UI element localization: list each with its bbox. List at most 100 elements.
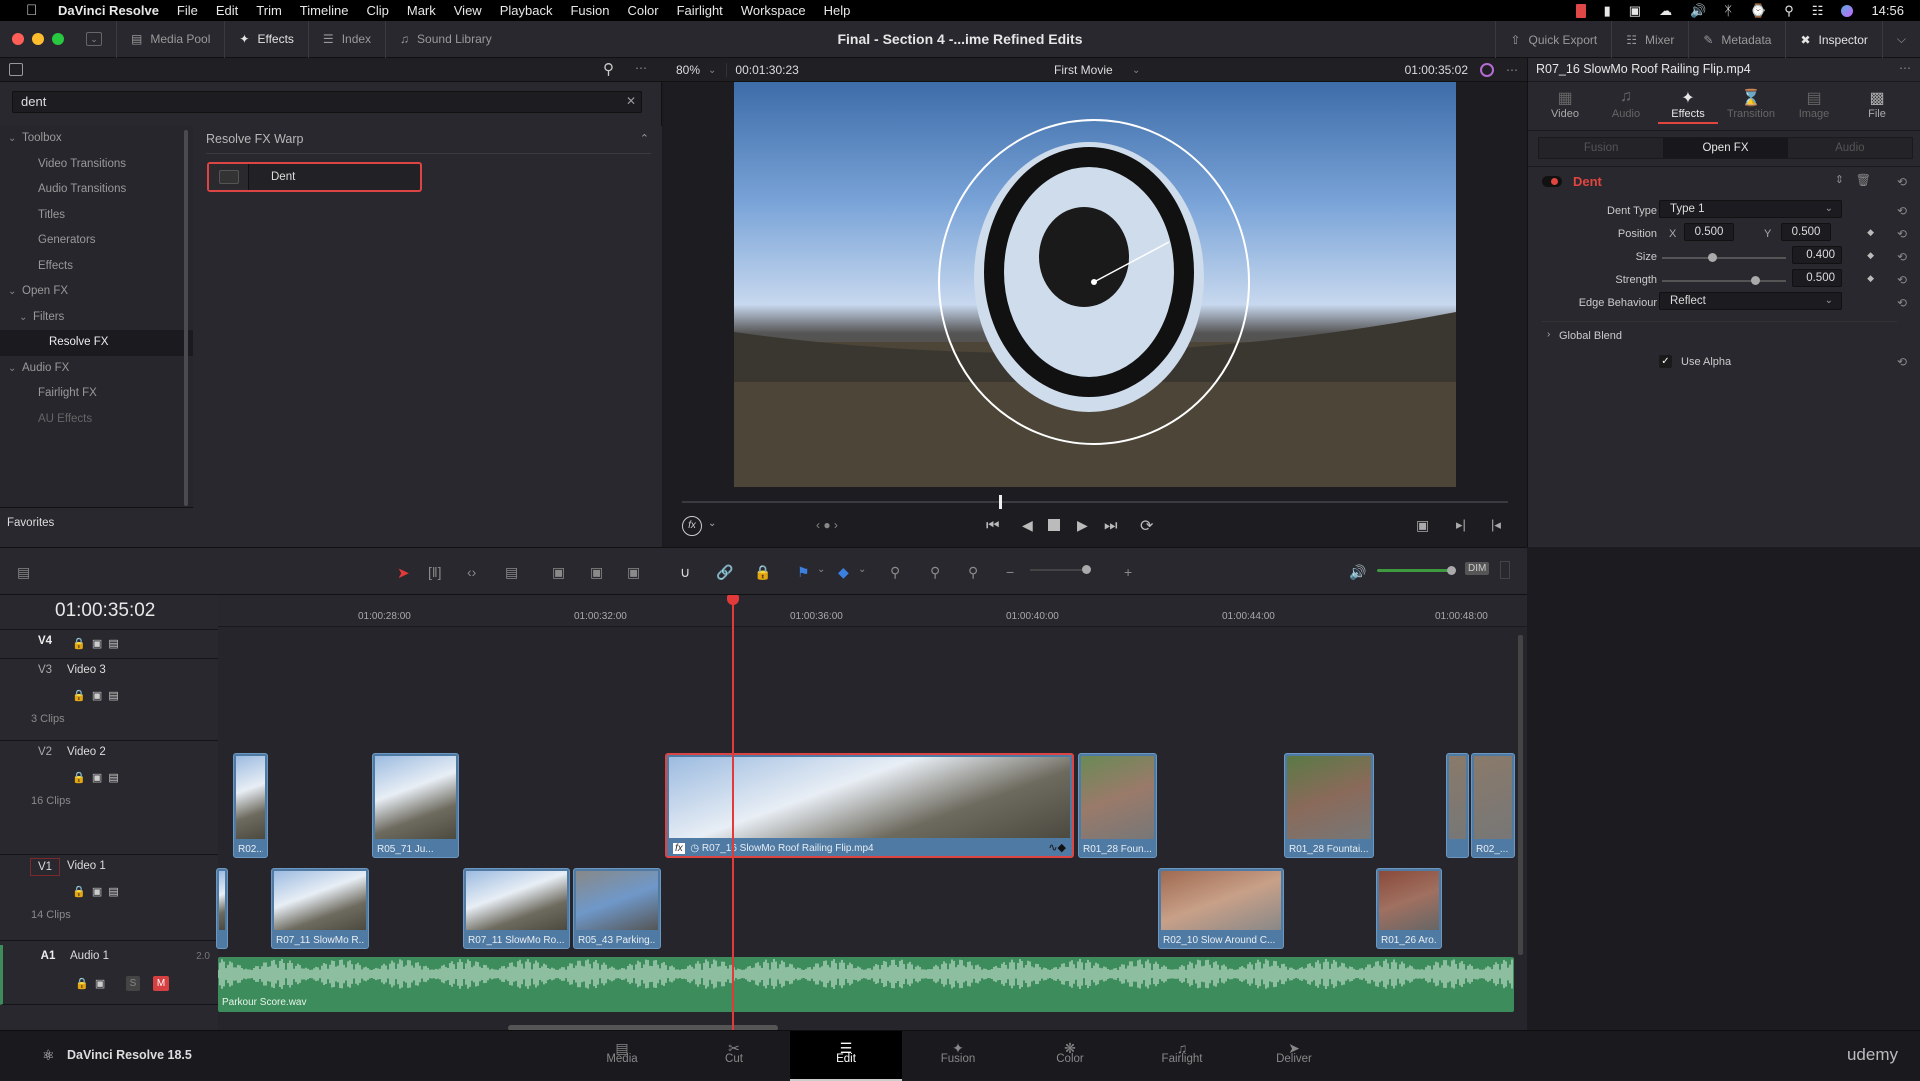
film-strip-icon[interactable]: ▤ xyxy=(108,690,118,702)
snapping-icon[interactable]: ∪ xyxy=(680,564,690,581)
zoom-slider-knob[interactable] xyxy=(1082,565,1091,574)
page-color[interactable]: ❋ Color xyxy=(1014,1031,1126,1081)
chevron-down-icon[interactable]: ⌄ xyxy=(1132,65,1140,76)
subtab-open-fx[interactable]: Open FX xyxy=(1663,138,1788,158)
menu-help[interactable]: Help xyxy=(824,3,851,18)
track-id[interactable]: V1 xyxy=(30,858,60,876)
clear-search-icon[interactable]: ✕ xyxy=(626,94,636,108)
timeline-clip[interactable]: R01_28 Fountai... xyxy=(1284,753,1374,858)
timeline-clip[interactable]: R05_43 Parking... xyxy=(573,868,661,949)
chevron-down-icon[interactable]: ⌄ xyxy=(858,564,866,575)
zoom-in-icon[interactable]: + xyxy=(1124,564,1132,580)
page-cut[interactable]: ✂ Cut xyxy=(678,1031,790,1081)
dent-type-select[interactable]: Type 1 ⌄ xyxy=(1659,200,1842,218)
position-y-input[interactable]: 0.500 xyxy=(1781,223,1831,241)
timeline-zoom-slider[interactable] xyxy=(1030,565,1091,574)
recording-icon[interactable] xyxy=(1575,3,1586,18)
menu-edit[interactable]: Edit xyxy=(216,3,238,18)
timeline-clip[interactable]: R02_... xyxy=(1471,753,1515,858)
inspector-tab-audio[interactable]: ♫ Audio xyxy=(1596,88,1656,120)
sidebar-toggle-icon[interactable] xyxy=(9,63,23,76)
clock[interactable]: 14:56 xyxy=(1871,3,1904,18)
tree-item-video-transitions[interactable]: Video Transitions xyxy=(0,152,193,178)
timeline-clip[interactable]: R01_28 Foun... xyxy=(1078,753,1157,858)
lock-icon[interactable]: 🔒 xyxy=(72,772,86,784)
size-slider[interactable] xyxy=(1662,253,1786,262)
lock-icon[interactable]: 🔒 xyxy=(72,638,86,650)
favorites-section[interactable]: Favorites xyxy=(0,507,193,547)
film-strip-icon[interactable]: ▤ xyxy=(108,772,118,784)
keyframe-icon[interactable]: ◆ xyxy=(1867,273,1874,284)
speaker-icon[interactable]: 🔊 xyxy=(1349,564,1366,581)
marker-icon[interactable]: ◆ xyxy=(838,564,849,581)
track-id[interactable]: V2 xyxy=(30,746,60,758)
strength-input[interactable]: 0.500 xyxy=(1792,269,1842,287)
timeline-ruler[interactable]: 01:00:28:00 01:00:32:00 01:00:36:00 01:0… xyxy=(218,595,1527,627)
subtab-fusion[interactable]: Fusion xyxy=(1539,138,1663,158)
stop-icon[interactable] xyxy=(1048,519,1060,531)
auto-select-icon[interactable]: ▣ xyxy=(92,886,102,898)
cloud-icon[interactable]: ☁ xyxy=(1659,3,1672,19)
menu-timeline[interactable]: Timeline xyxy=(300,3,349,18)
reset-param-icon[interactable]: ⟲ xyxy=(1897,204,1907,218)
timeline-clip[interactable]: R05_71 Ju... xyxy=(372,753,459,858)
subtab-audio[interactable]: Audio xyxy=(1788,138,1912,158)
jog-control-icon[interactable]: ‹ ● › xyxy=(816,518,838,532)
global-blend-section[interactable]: › Global Blend xyxy=(1528,325,1920,348)
tree-item-filters[interactable]: ⌄ Filters xyxy=(0,305,193,331)
strength-slider[interactable] xyxy=(1662,276,1786,285)
close-window-button[interactable] xyxy=(12,33,24,45)
color-viewer-icon[interactable] xyxy=(1480,63,1494,77)
menu-app-name[interactable]: DaVinci Resolve xyxy=(58,3,159,18)
timeline-name-dropdown[interactable]: First Movie xyxy=(1054,63,1113,77)
zoom-custom-icon[interactable]: ⚲ xyxy=(968,564,978,581)
media-pool-button[interactable]: ▤ Media Pool xyxy=(116,20,226,58)
use-alpha-checkbox[interactable]: ✓ xyxy=(1659,355,1672,368)
inspector-tab-transition[interactable]: ⌛ Transition xyxy=(1721,88,1781,120)
page-media[interactable]: ▤ Media xyxy=(566,1031,678,1081)
solo-button[interactable]: S xyxy=(126,976,140,991)
quick-export-button[interactable]: ⇧ Quick Export xyxy=(1495,21,1613,58)
effects-search-input[interactable]: dent xyxy=(12,91,642,113)
menu-mark[interactable]: Mark xyxy=(407,3,436,18)
volume-icon[interactable]: 🔊 xyxy=(1690,3,1706,19)
auto-select-icon[interactable]: ▣ xyxy=(92,690,102,702)
keyframe-icon[interactable]: ◆ xyxy=(1867,250,1874,261)
audio-clip[interactable]: Parkour Score.wav xyxy=(218,957,1514,1012)
tree-item-toolbox[interactable]: ⌄ Toolbox xyxy=(0,126,193,152)
skip-to-start-icon[interactable]: ⏮ xyxy=(986,517,1000,534)
loop-icon[interactable]: ⟳ xyxy=(1140,516,1153,536)
effects-button[interactable]: ✦ Effects xyxy=(225,20,309,58)
auto-select-icon[interactable]: ▣ xyxy=(92,772,102,784)
mute-button[interactable]: M xyxy=(153,976,169,991)
tree-item-fairlight-fx[interactable]: Fairlight FX xyxy=(0,381,193,407)
play-icon[interactable]: ▶ xyxy=(1077,517,1088,534)
viewer-scrubber[interactable] xyxy=(682,495,1508,509)
volume-slider-knob[interactable] xyxy=(1447,566,1456,575)
menu-fairlight[interactable]: Fairlight xyxy=(677,3,723,18)
tree-item-audio-transitions[interactable]: Audio Transitions xyxy=(0,177,193,203)
flag-icon[interactable]: ⚑ xyxy=(797,564,810,581)
timeline-clip[interactable] xyxy=(1446,753,1469,858)
zoom-out-icon[interactable]: − xyxy=(1006,564,1014,580)
viewer-more-options-icon[interactable]: ⋯ xyxy=(1506,63,1518,77)
replace-clip-icon[interactable]: ▣ xyxy=(627,564,640,581)
reorder-icon[interactable]: ⇕ xyxy=(1835,173,1844,186)
mixer-button[interactable]: ☷ Mixer xyxy=(1612,21,1690,58)
wifi-icon[interactable]: ⌚ xyxy=(1750,3,1766,19)
dynamic-trim-icon[interactable]: ‹› xyxy=(467,564,476,580)
selection-tool-icon[interactable]: ➤ xyxy=(397,564,410,582)
auto-select-icon[interactable]: ▣ xyxy=(95,978,105,990)
menu-file[interactable]: File xyxy=(177,3,198,18)
track-id[interactable]: V3 xyxy=(30,664,60,676)
inspector-more-options-icon[interactable]: ⋯ xyxy=(1899,61,1911,75)
zoom-detail-icon[interactable]: ⚲ xyxy=(930,564,940,581)
collapse-toolbar-button[interactable]: ⌵ xyxy=(1883,21,1920,58)
page-deliver[interactable]: ➤ Deliver xyxy=(1238,1031,1350,1081)
page-fairlight[interactable]: ♫ Fairlight xyxy=(1126,1031,1238,1081)
track-name[interactable]: Video 2 xyxy=(67,746,106,758)
film-strip-icon[interactable]: ▤ xyxy=(108,886,118,898)
timeline-clip[interactable]: R02... xyxy=(233,753,268,858)
match-frame-icon[interactable]: ▣ xyxy=(1416,517,1429,534)
size-input[interactable]: 0.400 xyxy=(1792,246,1842,264)
